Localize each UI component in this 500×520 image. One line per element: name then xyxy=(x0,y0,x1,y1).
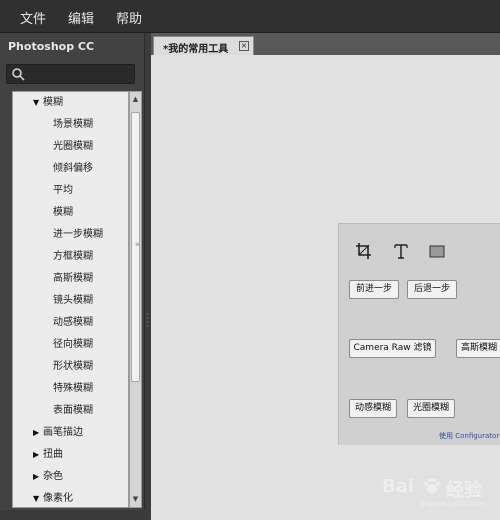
left-panel: Photoshop CC ▼ 模糊 场景模糊 光圈模糊 倾斜偏移 平均 模糊 进一… xyxy=(0,33,145,520)
tree-item[interactable]: 场景模糊 xyxy=(13,114,128,136)
tree-item[interactable]: 进一步模糊 xyxy=(13,224,128,246)
camera-raw-filter-button[interactable]: Camera Raw 滤镜 xyxy=(349,339,436,358)
caret-down-icon[interactable]: ▼ xyxy=(33,488,39,507)
paw-icon xyxy=(424,478,440,494)
tree-label: 扭曲 xyxy=(43,449,63,460)
caret-down-icon[interactable]: ▼ xyxy=(33,92,39,114)
tree-item[interactable]: 径向模糊 xyxy=(13,334,128,356)
splitter-grip-icon: · · · · xyxy=(146,310,149,331)
tab-bar: *我的常用工具 × xyxy=(151,33,500,55)
caret-right-icon[interactable]: ▶ xyxy=(33,466,39,488)
iris-blur-button[interactable]: 光圈模糊 xyxy=(407,399,455,418)
search-box[interactable] xyxy=(6,64,135,84)
tree-label: 平均 xyxy=(53,185,73,196)
close-icon[interactable]: × xyxy=(239,41,249,51)
tree-item[interactable]: 镜头模糊 xyxy=(13,290,128,312)
scrollbar-thumb[interactable]: ≡ xyxy=(131,112,140,382)
gaussian-blur-button[interactable]: 高斯模糊 xyxy=(456,339,500,358)
tree-item[interactable]: 平均 xyxy=(13,180,128,202)
watermark-url: jingyan.baidu.com xyxy=(420,500,485,508)
tree-label: 模糊 xyxy=(53,207,73,218)
watermark-text-right: 经验 xyxy=(446,480,482,501)
grip-icon: ≡ xyxy=(135,241,141,248)
tree-label: 进一步模糊 xyxy=(53,229,103,240)
menu-edit[interactable]: 编辑 xyxy=(68,8,94,27)
rectangle-icon[interactable] xyxy=(428,242,446,260)
tree-category-noise[interactable]: ▶ 杂色 xyxy=(13,466,128,488)
panel-title: Photoshop CC xyxy=(8,40,95,53)
tree-label: 倾斜偏移 xyxy=(53,163,93,174)
tree-item[interactable]: 倾斜偏移 xyxy=(13,158,128,180)
custom-tool-panel: 前进一步 后退一步 Camera Raw 滤镜 高斯模糊 动感模糊 光圈模糊 使… xyxy=(338,223,500,445)
tree-item[interactable]: 高斯模糊 xyxy=(13,268,128,290)
back-step-button[interactable]: 后退一步 xyxy=(407,280,457,299)
crop-icon[interactable] xyxy=(355,242,373,260)
tree-label: 像素化 xyxy=(43,493,73,504)
canvas-area: 前进一步 后退一步 Camera Raw 滤镜 高斯模糊 动感模糊 光圈模糊 使… xyxy=(151,55,500,520)
tree-category-blur[interactable]: ▼ 模糊 xyxy=(13,92,128,114)
configurator-footer: 使用 Configurator xyxy=(439,432,500,440)
tree-label: 表面模糊 xyxy=(53,405,93,416)
tree-label: 方框模糊 xyxy=(53,251,93,262)
forward-step-button[interactable]: 前进一步 xyxy=(349,280,399,299)
workspace: *我的常用工具 × 前进一步 后退一步 Camera Raw 滤镜 高斯模糊 动… xyxy=(151,33,500,520)
tree-label: 杂色 xyxy=(43,471,63,482)
panel-footer xyxy=(0,510,145,520)
scroll-up-arrow-icon[interactable]: ▲ xyxy=(130,94,141,105)
tree-label: 模糊 xyxy=(43,97,63,108)
tree-label: 镜头模糊 xyxy=(53,295,93,306)
filter-tree: ▼ 模糊 场景模糊 光圈模糊 倾斜偏移 平均 模糊 进一步模糊 方框模糊 高斯模糊… xyxy=(12,91,129,508)
motion-blur-button[interactable]: 动感模糊 xyxy=(349,399,397,418)
tree-scrollbar[interactable]: ▲ ≡ ▼ xyxy=(129,91,142,508)
menu-help[interactable]: 帮助 xyxy=(116,8,142,27)
caret-right-icon[interactable]: ▶ xyxy=(33,422,39,444)
caret-right-icon[interactable]: ▶ xyxy=(33,444,39,466)
tree-item[interactable]: 表面模糊 xyxy=(13,400,128,422)
tree-category-distort[interactable]: ▶ 扭曲 xyxy=(13,444,128,466)
tab-my-tools[interactable]: *我的常用工具 × xyxy=(153,36,254,55)
tree-label: 动感模糊 xyxy=(53,317,93,328)
tree-label: 场景模糊 xyxy=(53,119,93,130)
tree-label: 高斯模糊 xyxy=(53,273,93,284)
tree-label: 径向模糊 xyxy=(53,339,93,350)
tree-label: 画笔描边 xyxy=(43,427,83,438)
tree-item[interactable]: 光圈模糊 xyxy=(13,136,128,158)
tree-item[interactable]: 特殊模糊 xyxy=(13,378,128,400)
tree-item[interactable]: 方框模糊 xyxy=(13,246,128,268)
tab-label: *我的常用工具 xyxy=(163,44,229,55)
tree-category-pixelate[interactable]: ▼ 像素化 xyxy=(13,488,128,507)
tree-item[interactable]: 模糊 xyxy=(13,202,128,224)
tree-label: 特殊模糊 xyxy=(53,383,93,394)
watermark-text-left: Bai xyxy=(382,476,415,497)
search-icon xyxy=(12,68,25,81)
tree-label: 形状模糊 xyxy=(53,361,93,372)
scroll-down-arrow-icon[interactable]: ▼ xyxy=(130,494,141,505)
tree-item[interactable]: 动感模糊 xyxy=(13,312,128,334)
tree-item[interactable]: 形状模糊 xyxy=(13,356,128,378)
search-input[interactable] xyxy=(27,66,131,82)
type-icon[interactable] xyxy=(392,242,410,260)
menu-bar: 文件 编辑 帮助 xyxy=(0,0,500,33)
baidu-watermark: Bai 经验 jingyan.baidu.com xyxy=(380,470,492,508)
menu-file[interactable]: 文件 xyxy=(20,8,46,27)
tree-label: 光圈模糊 xyxy=(53,141,93,152)
tree-category-brush-strokes[interactable]: ▶ 画笔描边 xyxy=(13,422,128,444)
